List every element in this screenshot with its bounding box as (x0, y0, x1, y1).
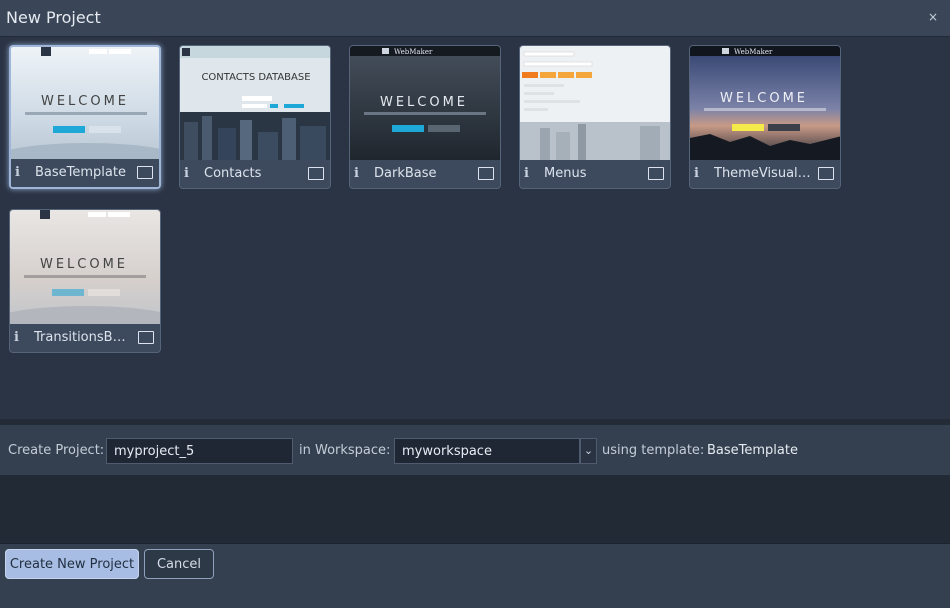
template-thumbnail: WELCOME (11, 47, 159, 161)
info-icon[interactable]: i (524, 166, 529, 181)
image-icon[interactable] (137, 166, 153, 179)
template-thumbnail: WebMaker WELCOME (690, 46, 840, 160)
template-thumbnail (520, 46, 670, 160)
template-card-menus[interactable]: i Menus (519, 45, 671, 189)
template-card-footer: i Menus (520, 160, 670, 188)
template-name: Menus (544, 166, 587, 181)
image-icon[interactable] (478, 167, 494, 180)
thumb-welcome-text: WELCOME (380, 95, 468, 110)
info-icon[interactable]: i (354, 166, 359, 181)
template-card-transitionsbase[interactable]: WELCOME i TransitionsBase (9, 209, 161, 353)
selected-template-name: BaseTemplate (707, 443, 798, 458)
template-name: TransitionsBase (34, 330, 132, 345)
template-name: BaseTemplate (35, 165, 126, 180)
dialog-title: New Project (6, 8, 101, 27)
image-icon[interactable] (648, 167, 664, 180)
info-icon[interactable]: i (694, 166, 699, 181)
details-panel (0, 475, 950, 543)
info-icon[interactable]: i (14, 330, 19, 345)
thumb-welcome-text: WELCOME (40, 257, 128, 272)
template-name: ThemeVisualizer (714, 166, 812, 181)
template-card-footer: i DarkBase (350, 160, 500, 188)
workspace-dropdown-icon[interactable]: ⌄ (580, 438, 597, 464)
close-icon[interactable]: × (928, 10, 938, 24)
template-card-contacts[interactable]: CONTACTS DATABASE i Contacts (179, 45, 331, 189)
template-card-footer: i Contacts (180, 160, 330, 188)
image-icon[interactable] (308, 167, 324, 180)
thumb-welcome-text: WELCOME (720, 91, 808, 106)
template-card-darkbase[interactable]: WebMaker WELCOME i DarkBase (349, 45, 501, 189)
template-name: DarkBase (374, 166, 437, 181)
info-icon[interactable]: i (15, 165, 20, 180)
project-name-input[interactable] (106, 438, 293, 464)
thumb-welcome-text: WELCOME (41, 94, 129, 109)
template-card-footer: i ThemeVisualizer (690, 160, 840, 188)
template-card-themevisualizer[interactable]: WebMaker WELCOME i ThemeVisualizer (689, 45, 841, 189)
thumb-brand-text: WebMaker (734, 48, 773, 56)
template-name: Contacts (204, 166, 262, 181)
cancel-button[interactable]: Cancel (144, 549, 214, 579)
image-icon[interactable] (138, 331, 154, 344)
workspace-input[interactable] (394, 438, 580, 464)
create-project-form: Create Project: in Workspace: ⌄ using te… (0, 425, 950, 475)
thumb-brand-text: WebMaker (394, 48, 433, 56)
dialog-titlebar: New Project × (0, 0, 950, 37)
workspace-label: in Workspace: (299, 443, 391, 458)
template-thumbnail: WELCOME (10, 210, 160, 324)
template-card-footer: i TransitionsBase (10, 324, 160, 352)
create-new-project-button[interactable]: Create New Project (5, 549, 139, 579)
template-thumbnail: WebMaker WELCOME (350, 46, 500, 160)
create-project-label: Create Project: (8, 443, 105, 458)
image-icon[interactable] (818, 167, 834, 180)
info-icon[interactable]: i (184, 166, 189, 181)
template-label: using template: (602, 443, 705, 458)
template-card-footer: i BaseTemplate (11, 159, 159, 187)
thumb-contacts-title: CONTACTS DATABASE (201, 72, 310, 83)
dialog-footer: Create New Project Cancel (0, 543, 950, 608)
template-thumbnail: CONTACTS DATABASE (180, 46, 330, 160)
template-card-basetemplate[interactable]: WELCOME i BaseTemplate (9, 45, 161, 189)
template-grid: WELCOME i BaseTemplate CONTACTS DATABASE (0, 38, 950, 418)
